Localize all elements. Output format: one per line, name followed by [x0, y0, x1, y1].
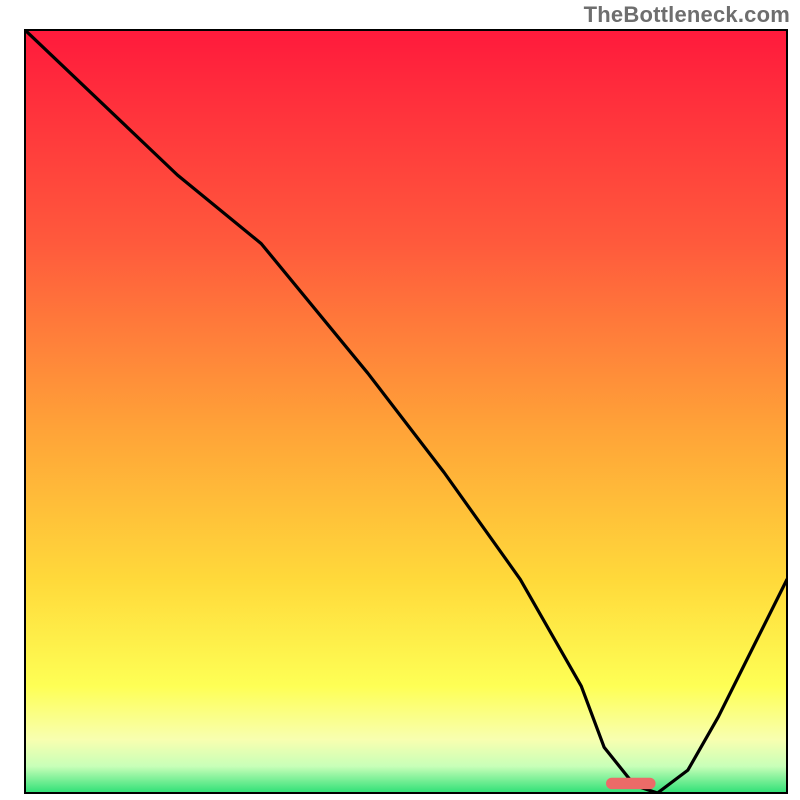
watermark-text: TheBottleneck.com	[584, 2, 790, 28]
gradient-background	[25, 30, 787, 793]
bottleneck-chart	[0, 0, 800, 800]
chart-stage: TheBottleneck.com	[0, 0, 800, 800]
optimal-marker	[606, 778, 656, 789]
